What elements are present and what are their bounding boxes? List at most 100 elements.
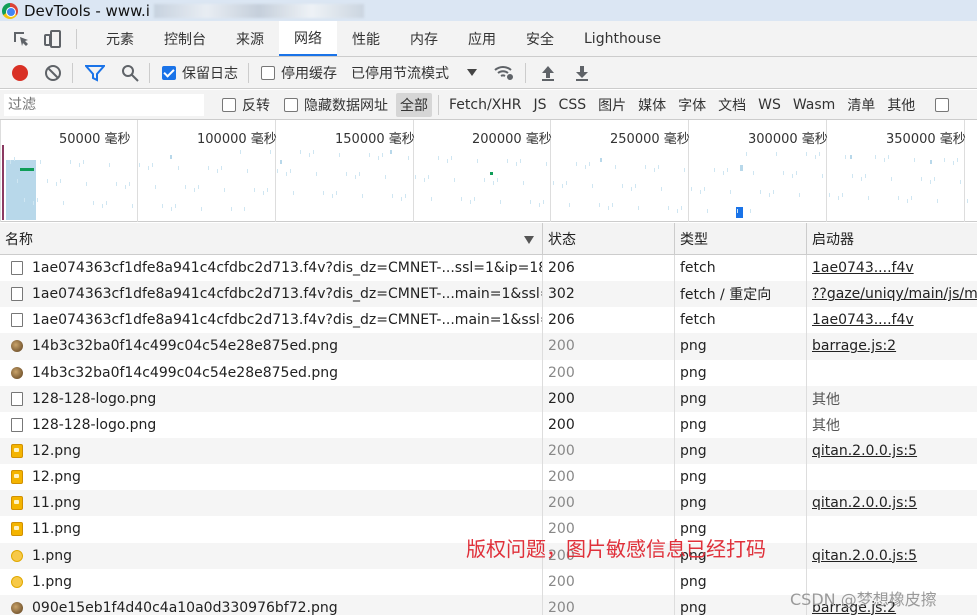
table-row[interactable]: 14b3c32ba0f14c499c04c54e28e875ed.png 200 p…: [0, 359, 977, 386]
invert-checkbox[interactable]: [222, 97, 236, 112]
hide-data-urls-checkbox[interactable]: [284, 97, 298, 112]
clear-icon[interactable]: [44, 64, 62, 82]
table-row[interactable]: 1ae074363cf1dfe8a941c4cfdbc2d713.f4v?dis…: [0, 255, 977, 282]
overview-activity-mark: [740, 165, 743, 171]
request-name: 1ae074363cf1dfe8a941c4cfdbc2d713.f4v?dis…: [32, 260, 543, 277]
overview-activity-mark: [576, 162, 577, 166]
toolbar-divider: [248, 62, 249, 83]
overview-activity-mark: [451, 156, 452, 160]
initiator-link[interactable]: qitan.2.0.0.js:5: [812, 443, 917, 459]
table-row[interactable]: 128-128-logo.png 200 png 其他: [0, 411, 977, 438]
filter-type-9[interactable]: Wasm: [789, 95, 839, 115]
table-row[interactable]: 12.png 200 png qitan.2.0.0.js:5: [0, 437, 977, 465]
overview-activity-mark: [162, 204, 163, 208]
inspect-element-icon[interactable]: [10, 28, 32, 50]
preserve-log-checkbox[interactable]: [162, 65, 176, 80]
filter-type-10[interactable]: 清单: [843, 93, 879, 117]
filter-type-8[interactable]: WS: [754, 95, 785, 115]
overview-activity-mark: [530, 200, 531, 204]
overview-activity-mark: [267, 188, 268, 192]
filter-type-1[interactable]: Fetch/XHR: [445, 95, 526, 115]
export-har-icon[interactable]: [574, 65, 590, 81]
filter-type-3[interactable]: CSS: [555, 95, 591, 115]
cell-initiator: qitan.2.0.0.js:5: [807, 490, 977, 516]
filter-type-6[interactable]: 字体: [674, 93, 710, 117]
table-row[interactable]: 14b3c32ba0f14c499c04c54e28e875ed.png 200 p…: [0, 333, 977, 360]
overview-activity-mark: [277, 169, 278, 173]
cell-initiator: 其他: [807, 412, 977, 438]
column-header-initiator[interactable]: 启动器: [807, 223, 977, 255]
initiator-link[interactable]: 1ae0743....f4v: [812, 260, 914, 276]
table-row[interactable]: 128-128-logo.png 200 png 其他: [0, 385, 977, 412]
filter-type-5[interactable]: 媒体: [634, 93, 670, 117]
filter-type-11[interactable]: 其他: [883, 93, 919, 117]
document-icon: [11, 417, 23, 432]
overview-activity-mark: [967, 199, 968, 203]
request-name: 128-128-logo.png: [32, 416, 157, 433]
column-header-name[interactable]: 名称: [0, 223, 543, 255]
blocked-requests-checkbox[interactable]: [935, 97, 950, 112]
network-overview-timeline[interactable]: 50000 毫秒 100000 毫秒 150000 毫秒 200000 毫秒 25000…: [0, 120, 977, 222]
request-name: 1.png: [32, 573, 73, 590]
overview-activity-mark: [875, 155, 876, 159]
overview-activity-mark: [704, 187, 705, 191]
table-row[interactable]: 1ae074363cf1dfe8a941c4cfdbc2d713.f4v?dis…: [0, 281, 977, 308]
tab-3[interactable]: 网络: [279, 21, 337, 56]
column-name-label: 名称: [5, 232, 33, 248]
column-header-type[interactable]: 类型: [675, 223, 807, 255]
tab-7[interactable]: 安全: [511, 21, 569, 56]
filter-type-2[interactable]: JS: [530, 95, 551, 115]
initiator-link[interactable]: barrage.js:2: [812, 338, 896, 354]
window-title: DevTools - www.i: [24, 1, 150, 20]
filter-type-4[interactable]: 图片: [594, 93, 630, 117]
overview-activity-mark: [17, 179, 18, 183]
overview-activity-mark: [401, 197, 402, 201]
throttling-select[interactable]: 已停用节流模式: [351, 63, 449, 83]
device-toolbar-icon[interactable]: [42, 28, 64, 50]
tab-6[interactable]: 应用: [453, 21, 511, 56]
overview-activity-mark: [615, 165, 616, 169]
cell-status: 200: [543, 385, 675, 412]
overview-activity-mark: [730, 190, 731, 194]
tab-4[interactable]: 性能: [337, 21, 395, 56]
record-button[interactable]: [12, 64, 28, 81]
cell-name: 11.png: [0, 516, 543, 543]
table-row[interactable]: 12.png 200 png: [0, 464, 977, 491]
cell-type: png: [675, 385, 807, 412]
overview-activity-mark: [300, 150, 301, 154]
cell-name: 1ae074363cf1dfe8a941c4cfdbc2d713.f4v?dis…: [0, 255, 543, 282]
import-har-icon[interactable]: [540, 65, 556, 81]
table-row[interactable]: 11.png 200 png qitan.2.0.0.js:5: [0, 490, 977, 517]
overview-activity-mark: [850, 155, 852, 159]
table-row[interactable]: 1ae074363cf1dfe8a941c4cfdbc2d713.f4v?dis…: [0, 307, 977, 334]
tab-5[interactable]: 内存: [395, 21, 453, 56]
tab-0[interactable]: 元素: [91, 21, 149, 56]
disable-cache-checkbox[interactable]: [261, 65, 275, 80]
overview-activity-mark: [681, 206, 682, 210]
overview-activity-mark: [520, 159, 521, 163]
network-conditions-icon[interactable]: [493, 64, 515, 82]
filter-type-7[interactable]: 文档: [714, 93, 750, 117]
overview-activity-mark: [346, 172, 347, 176]
csdn-credit: CSDN @梦想橡皮擦: [790, 590, 937, 609]
search-icon[interactable]: [121, 64, 139, 82]
initiator-link[interactable]: qitan.2.0.0.js:5: [812, 495, 917, 511]
overview-activity-mark: [323, 191, 324, 195]
tab-1[interactable]: 控制台: [149, 21, 221, 56]
tab-2[interactable]: 来源: [221, 21, 279, 56]
column-status-label: 状态: [548, 232, 576, 248]
filter-icon[interactable]: [85, 64, 105, 82]
cell-type: png: [675, 359, 807, 386]
overview-activity-mark: [585, 165, 586, 169]
initiator-link[interactable]: qitan.2.0.0.js:5: [812, 548, 917, 564]
initiator-link[interactable]: 1ae0743....f4v: [812, 312, 914, 328]
column-header-status[interactable]: 状态: [543, 223, 675, 255]
filter-input[interactable]: [4, 93, 204, 116]
cell-initiator: qitan.2.0.0.js:5: [807, 438, 977, 464]
initiator-link[interactable]: ??gaze/uniqy/main/js/ma: [812, 286, 977, 302]
chevron-down-icon[interactable]: [467, 68, 477, 77]
overview-activity-mark: [773, 190, 774, 194]
overview-activity-mark: [842, 193, 843, 197]
filter-type-0[interactable]: 全部: [396, 92, 432, 117]
tab-8[interactable]: Lighthouse: [569, 21, 676, 56]
